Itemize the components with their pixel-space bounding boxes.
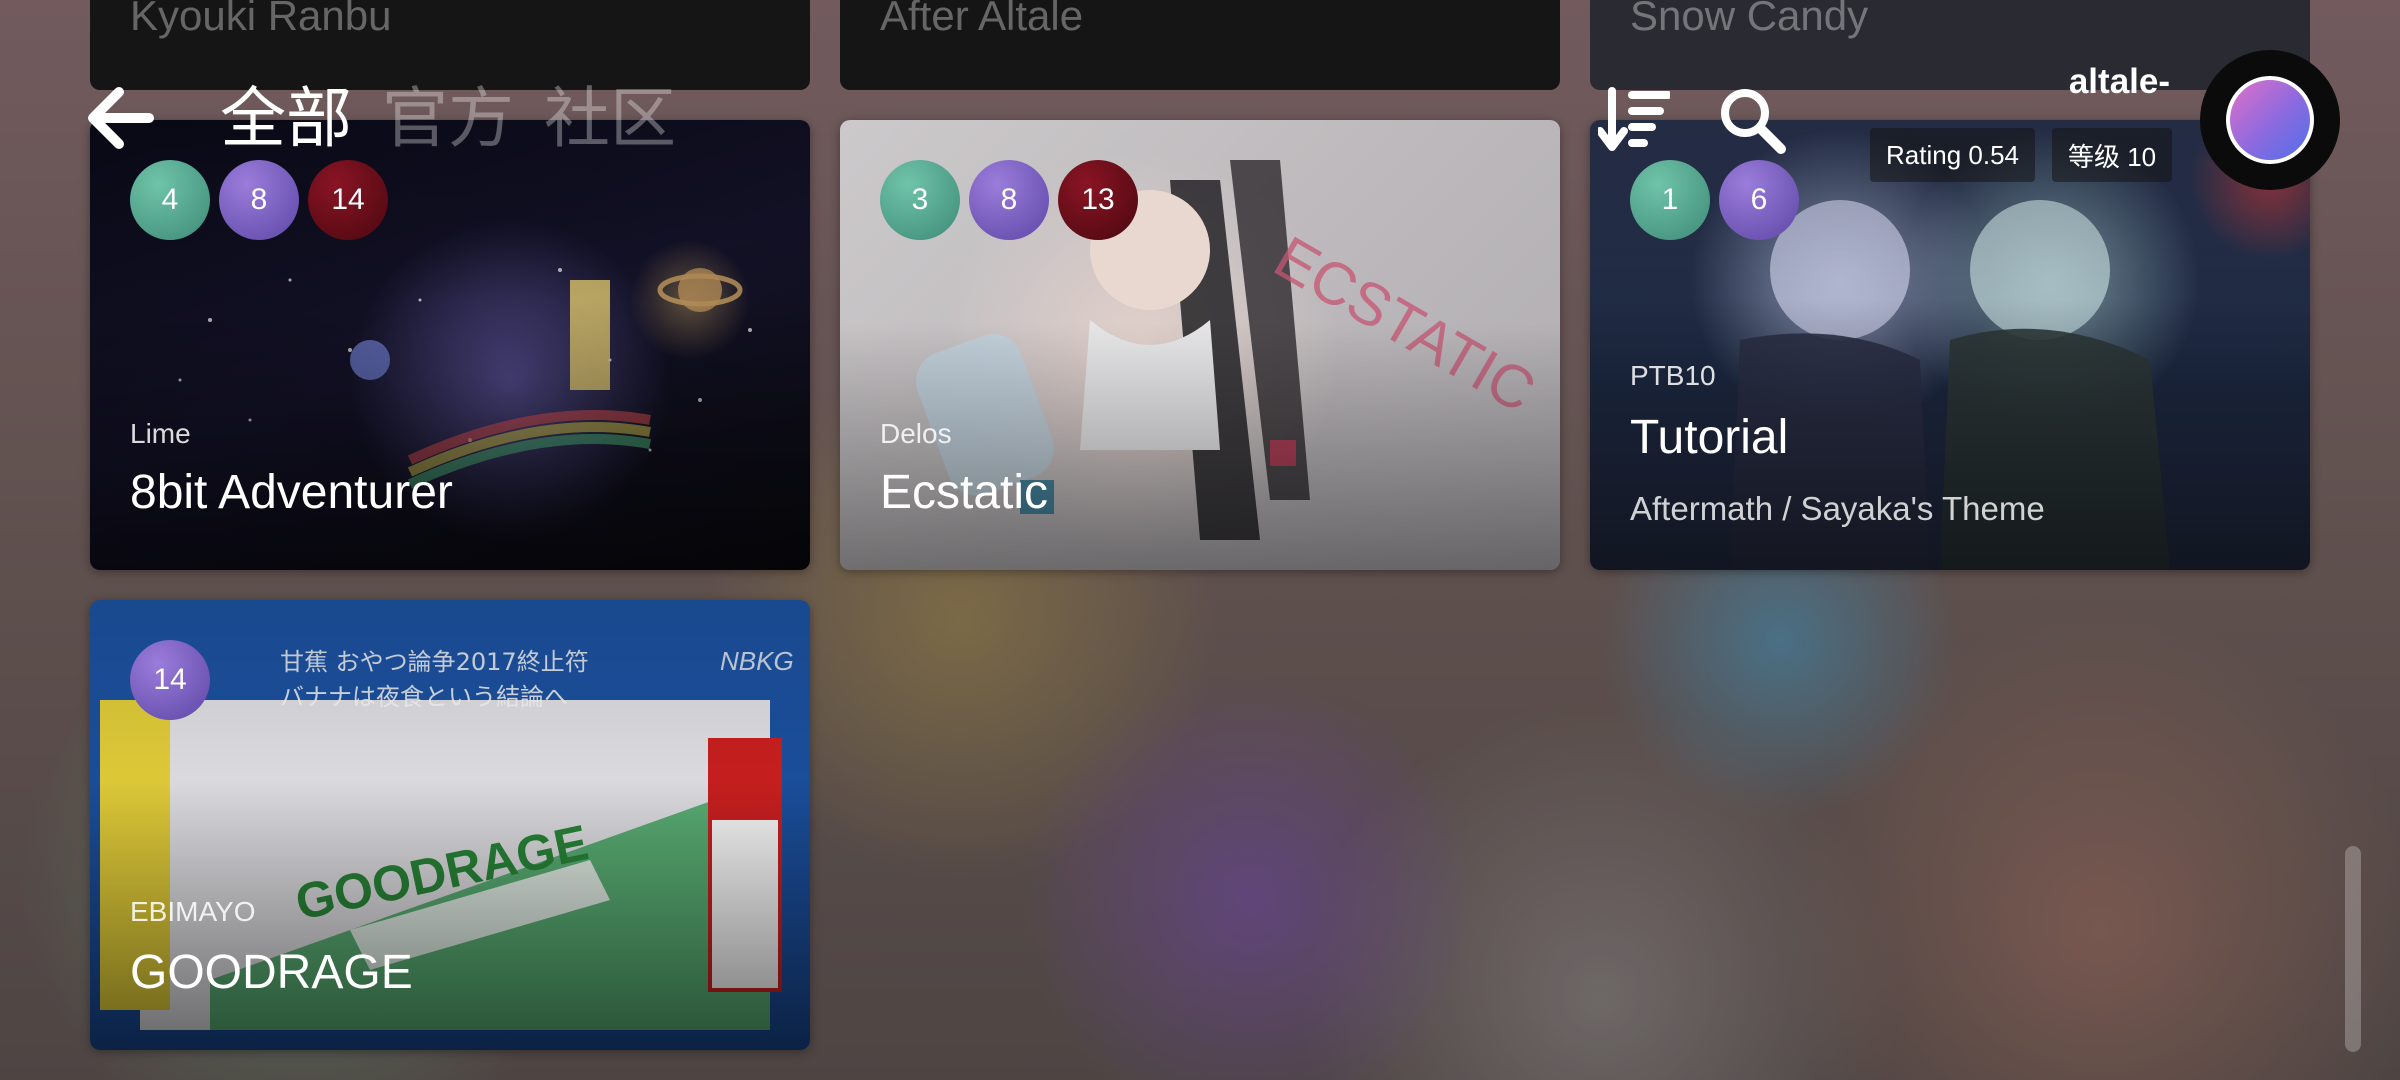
song-card-8bit-adventurer[interactable]: 4 8 14 Lime 8bit Adventurer <box>90 120 810 570</box>
difficulty-badges: 4 8 14 <box>130 160 388 240</box>
level-badge: 等级 10 <box>2052 128 2173 182</box>
rating-badge: Rating 0.54 <box>1870 128 2035 182</box>
back-arrow-icon[interactable] <box>82 80 158 156</box>
song-title: Tutorial <box>1630 411 1789 464</box>
difficulty-badges: 14 <box>130 640 210 720</box>
song-title: Kyouki Ranbu <box>130 0 392 39</box>
scrollbar[interactable] <box>2345 846 2361 1052</box>
search-icon[interactable] <box>1714 82 1790 158</box>
song-title: Ecstatic <box>880 466 1049 519</box>
difficulty-hard-badge: 8 <box>969 160 1049 240</box>
difficulty-badges: 3 8 13 <box>880 160 1138 240</box>
difficulty-hard-badge: 6 <box>1719 160 1799 240</box>
song-card-goodrage[interactable]: GOODRAGE 甘蕉 おやつ論争2017終止符 バナナは夜食という結論へ NB… <box>90 600 810 1050</box>
sort-descending-icon[interactable] <box>1596 82 1672 158</box>
song-card-tutorial[interactable]: 1 6 PTB10 Tutorial Aftermath / Sayaka's … <box>1590 120 2310 570</box>
difficulty-extreme-badge: 14 <box>308 160 388 240</box>
profile-avatar-button[interactable] <box>2200 50 2340 190</box>
song-artist: PTB10 <box>1630 360 1716 391</box>
avatar <box>2226 76 2314 164</box>
username: altale- <box>2068 62 2170 101</box>
difficulty-easy-badge: 3 <box>880 160 960 240</box>
song-card-snow-candy[interactable]: Snow Candy <box>1590 0 2310 90</box>
song-title: GOODRAGE <box>130 946 413 999</box>
song-card-kyouki-ranbu[interactable]: Kyouki Ranbu <box>90 0 810 90</box>
song-artist: EBIMAYO <box>130 896 256 927</box>
song-artist: Lime <box>130 418 191 449</box>
song-card-ecstatic[interactable]: ECSTATIC 3 8 13 Delos Ecstatic <box>840 120 1560 570</box>
difficulty-hard-badge: 14 <box>130 640 210 720</box>
difficulty-easy-badge: 4 <box>130 160 210 240</box>
song-title: Snow Candy <box>1630 0 1869 39</box>
song-subtitle: Aftermath / Sayaka's Theme <box>1630 490 2045 527</box>
song-title: 8bit Adventurer <box>130 466 453 519</box>
tab-community[interactable]: 社区 <box>544 80 676 156</box>
difficulty-extreme-badge: 13 <box>1058 160 1138 240</box>
header-nav: 全部 官方 社区 <box>82 80 676 156</box>
difficulty-badges: 1 6 <box>1630 160 1799 240</box>
tab-all[interactable]: 全部 <box>220 80 352 156</box>
song-artist: Delos <box>880 418 952 449</box>
song-title: After Altale <box>880 0 1084 39</box>
difficulty-hard-badge: 8 <box>219 160 299 240</box>
song-card-after-altale[interactable]: After Altale <box>840 0 1560 90</box>
difficulty-easy-badge: 1 <box>1630 160 1710 240</box>
tab-official[interactable]: 官方 <box>382 80 514 156</box>
